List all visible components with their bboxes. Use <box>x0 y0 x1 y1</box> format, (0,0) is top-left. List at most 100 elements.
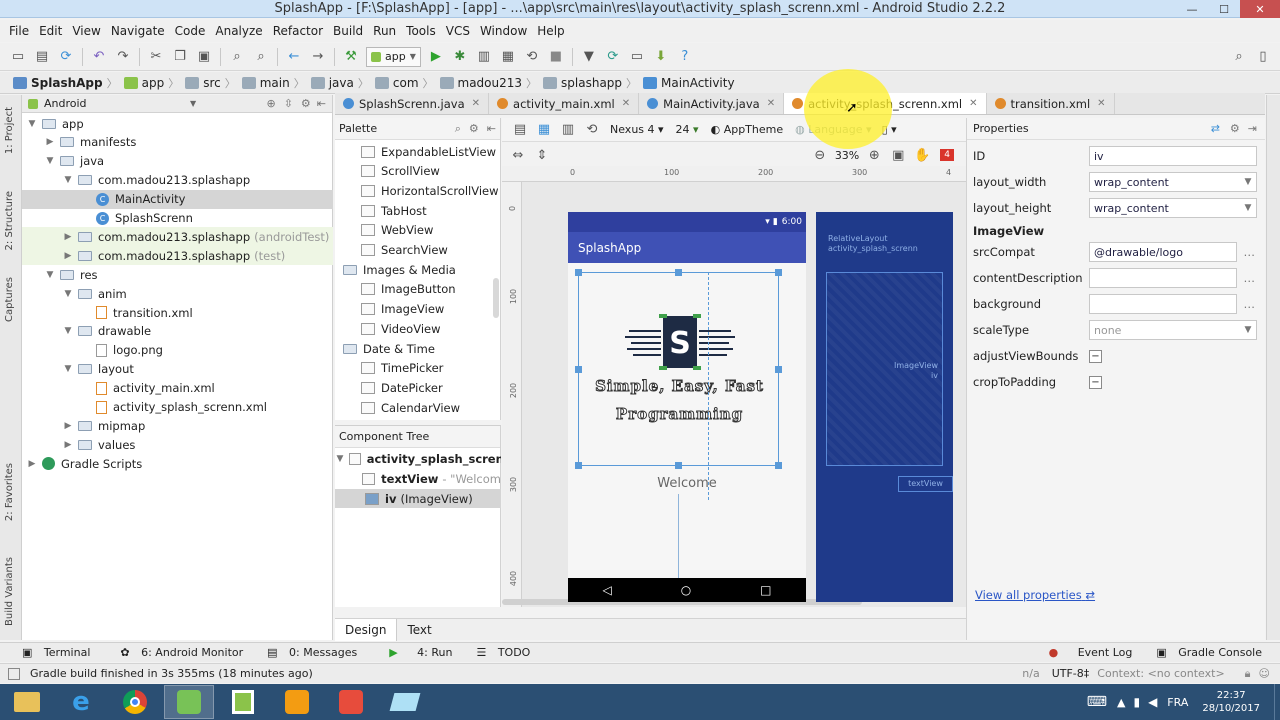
find-icon[interactable]: ⌕ <box>226 46 248 68</box>
browse-button[interactable]: … <box>1244 245 1256 259</box>
menu-file[interactable]: File <box>4 20 34 42</box>
breadcrumb-item[interactable]: splashapp 〉 <box>540 75 640 91</box>
tab-design[interactable]: Design <box>335 618 398 641</box>
browse-button[interactable]: … <box>1244 297 1256 311</box>
background-field[interactable] <box>1089 294 1237 314</box>
structure-tool-tab[interactable]: 2: Structure <box>4 191 15 250</box>
gear-icon[interactable]: ⚙ <box>1230 122 1240 135</box>
palette-scrollbar[interactable] <box>493 278 499 318</box>
make-project-icon[interactable]: ⚒ <box>340 46 362 68</box>
debug-icon[interactable]: ✱ <box>449 46 471 68</box>
both-mode-icon[interactable]: ▥ <box>557 119 579 141</box>
run-tool-button[interactable]: ▶ 4: Run <box>381 646 460 659</box>
chevron-down-icon[interactable]: ▼ <box>44 156 56 166</box>
coverage-icon[interactable]: ▥ <box>473 46 495 68</box>
zoom-out-icon[interactable]: ⊖ <box>809 144 831 166</box>
forward-icon[interactable]: → <box>307 46 329 68</box>
project-tree-item[interactable]: C MainActivity <box>22 189 333 209</box>
project-tree-item[interactable]: ▶ com.madou213.splashapp (androidTest) <box>22 227 333 247</box>
palette-widget[interactable]: CalendarView <box>335 398 460 417</box>
warnings-badge[interactable]: 4 <box>940 149 954 161</box>
chevron-right-icon[interactable]: ▶ <box>62 251 74 261</box>
save-icon[interactable]: ▤ <box>31 46 53 68</box>
app-taskbar-7[interactable] <box>326 685 376 719</box>
back-icon[interactable]: ← <box>283 46 305 68</box>
paste-icon[interactable]: ▣ <box>193 46 215 68</box>
app-taskbar-5[interactable] <box>218 685 268 719</box>
close-tab-icon[interactable]: ✕ <box>969 98 977 109</box>
project-tree-item[interactable]: ▼ layout <box>22 360 333 379</box>
open-folder-icon[interactable]: ▭ <box>7 46 29 68</box>
menu-navigate[interactable]: Navigate <box>106 20 170 42</box>
palette-widget[interactable]: ImageButton <box>335 280 456 299</box>
sync-icon[interactable]: ⟳ <box>55 46 77 68</box>
device-selector[interactable]: Nexus 4 ▾ <box>610 123 664 136</box>
stop-icon[interactable]: ■ <box>545 46 567 68</box>
scaletype-dropdown[interactable]: none ▼ <box>1089 320 1257 340</box>
phone-preview[interactable]: ▾ ▮ 6:00 SplashApp S Simple, Easy, Fast … <box>568 212 806 602</box>
minimize-button[interactable]: — <box>1176 0 1208 18</box>
layout-width-dropdown[interactable]: wrap_content ▼ <box>1089 172 1257 192</box>
editor-tab[interactable]: MainActivity.java ✕ <box>639 93 785 114</box>
welcome-textview[interactable]: Welcome <box>568 476 806 491</box>
menu-edit[interactable]: Edit <box>34 20 67 42</box>
palette-widget[interactable]: ExpandableListView <box>335 142 496 161</box>
blueprint-preview[interactable]: RelativeLayout activity_splash_screnn Im… <box>816 212 953 602</box>
undo-icon[interactable]: ↶ <box>88 46 110 68</box>
pan-hand-icon[interactable]: ✋ <box>911 144 933 166</box>
project-tree-item[interactable]: activity_main.xml <box>22 379 333 398</box>
pan-left-icon[interactable]: ⇔ <box>507 144 529 166</box>
chevron-right-icon[interactable]: ▶ <box>62 440 74 450</box>
project-tree-item[interactable]: activity_splash_screnn.xml <box>22 398 333 417</box>
editor-tab[interactable]: transition.xml ✕ <box>987 93 1115 114</box>
id-field[interactable]: iv <box>1089 146 1257 166</box>
captures-tool-tab[interactable]: Captures <box>4 277 15 322</box>
pan-vertical-icon[interactable]: ⇕ <box>531 144 553 166</box>
chevron-right-icon[interactable]: ▶ <box>44 137 56 147</box>
croptopadding-checkbox[interactable]: − <box>1089 375 1102 389</box>
breadcrumb-item[interactable]: com 〉 <box>372 75 437 91</box>
srccompat-field[interactable]: @drawable/logo <box>1089 242 1237 262</box>
internet-explorer-taskbar[interactable]: e <box>56 685 106 719</box>
replace-icon[interactable]: ⌕ <box>250 46 272 68</box>
favorites-tool-tab[interactable]: 2: Favorites <box>4 463 15 521</box>
chevron-down-icon[interactable]: ▼ <box>62 175 74 185</box>
component-tree-root[interactable]: ▼ activity_splash_screnn (R <box>335 449 501 468</box>
design-mode-icon[interactable]: ▤ <box>509 119 531 141</box>
volume-icon[interactable]: ◀ <box>1148 695 1157 709</box>
avd-manager-icon[interactable]: ▭ <box>626 46 648 68</box>
breadcrumb-item[interactable]: SplashApp 〉 <box>10 75 121 91</box>
project-tree-item[interactable]: ▶ mipmap <box>22 416 333 435</box>
hide-panel-icon[interactable]: ⇤ <box>487 122 496 135</box>
scroll-from-source-icon[interactable]: ⊕ <box>266 97 275 110</box>
hide-panel-icon[interactable]: ⇤ <box>317 97 326 110</box>
menu-view[interactable]: View <box>67 20 105 42</box>
close-tab-icon[interactable]: ✕ <box>622 98 630 109</box>
palette-widget[interactable]: TabHost <box>335 201 427 220</box>
search-everywhere-icon[interactable]: ⌕ <box>1228 46 1250 68</box>
gradle-console-tool-button[interactable]: ▣ Gradle Console <box>1156 646 1270 659</box>
breadcrumb-item[interactable]: main 〉 <box>239 75 308 91</box>
cut-icon[interactable]: ✂ <box>145 46 167 68</box>
network-icon[interactable]: ▮ <box>1133 695 1140 709</box>
breadcrumb-item[interactable]: src 〉 <box>182 75 239 91</box>
project-tree-item[interactable]: ▼ anim <box>22 284 333 303</box>
chevron-right-icon[interactable]: ▶ <box>26 459 38 469</box>
menu-refactor[interactable]: Refactor <box>268 20 328 42</box>
editor-tab[interactable]: activity_main.xml ✕ <box>489 93 640 114</box>
tray-up-icon[interactable]: ▲ <box>1117 696 1125 709</box>
language-indicator[interactable]: FRA <box>1167 696 1188 709</box>
project-tree-item[interactable]: ▶ Gradle Scripts <box>22 454 333 473</box>
palette-widget[interactable]: DatePicker <box>335 378 443 397</box>
view-all-properties-link[interactable]: View all properties ⇄ <box>975 588 1095 602</box>
menu-run[interactable]: Run <box>368 20 401 42</box>
attach-debugger-icon[interactable]: ⟲ <box>521 46 543 68</box>
palette-widget[interactable]: SearchView <box>335 241 448 260</box>
ide-settings-icon[interactable]: ▯ <box>1252 46 1274 68</box>
copy-icon[interactable]: ❐ <box>169 46 191 68</box>
adjustviewbounds-checkbox[interactable]: − <box>1089 349 1102 363</box>
build-variants-tool-tab[interactable]: Build Variants <box>4 557 15 626</box>
blueprint-mode-icon[interactable]: ▦ <box>533 119 555 141</box>
lock-icon[interactable]: 🔒︎ <box>1245 667 1251 681</box>
project-view-selector[interactable]: Android ▼ ⊕ ⇳ ⚙ ⇤ <box>22 95 332 113</box>
